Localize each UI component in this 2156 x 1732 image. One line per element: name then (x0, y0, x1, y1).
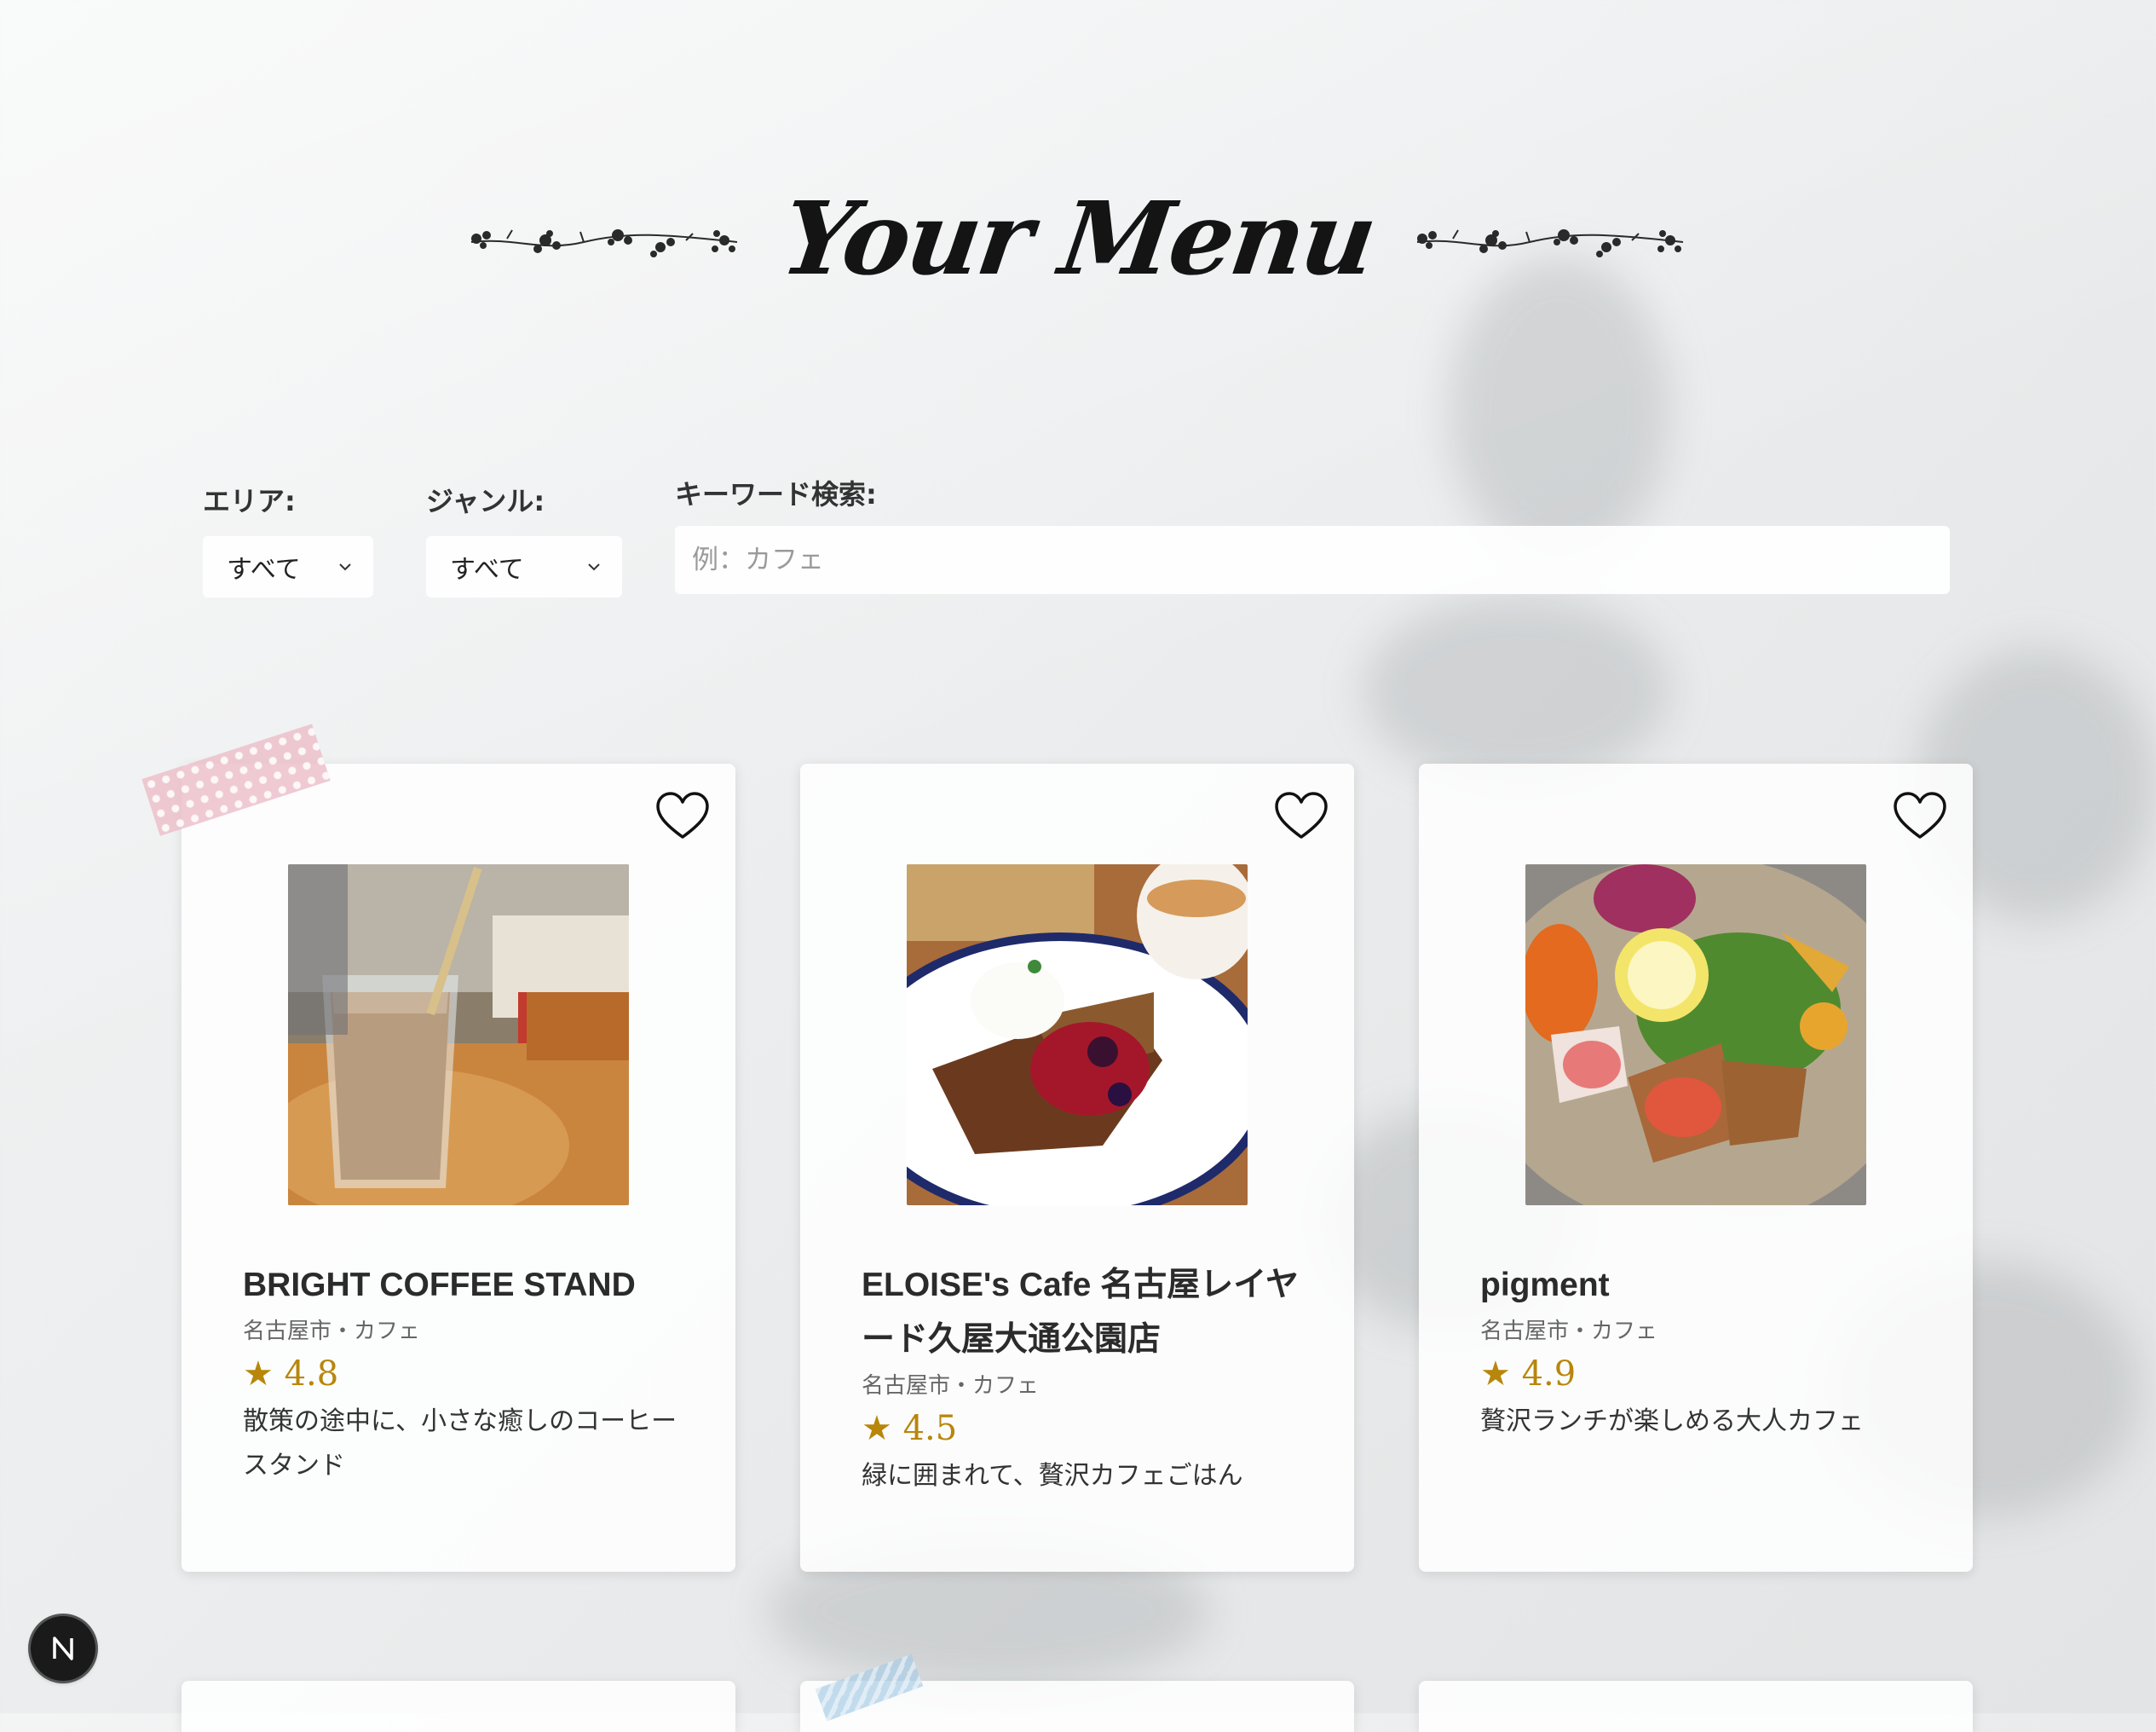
page-header: Your Menu (0, 162, 2156, 315)
page-title: Your Menu (775, 179, 1381, 297)
shop-card-partial[interactable] (1419, 1681, 1973, 1732)
floral-ornament-right-icon (1416, 229, 1684, 257)
shop-card-partial[interactable] (182, 1681, 735, 1732)
area-select-value: すべて (227, 555, 301, 585)
shop-card[interactable]: BRIGHT COFFEE STAND 名古屋市・カフェ ★ 4.8 散策の途中… (182, 764, 735, 1572)
shop-card-body: BRIGHT COFFEE STAND 名古屋市・カフェ ★ 4.8 散策の途中… (243, 1258, 684, 1488)
shop-meta: 名古屋市・カフェ (243, 1319, 421, 1344)
genre-select[interactable]: すべて (426, 536, 622, 598)
genre-filter: ジャンル: すべて (426, 480, 622, 598)
rating: ★ 4.9 (1480, 1354, 1577, 1394)
shop-meta: 名古屋市・カフェ (1480, 1319, 1658, 1344)
iced-latte-photo (288, 864, 629, 1205)
rating: ★ 4.5 (862, 1409, 958, 1448)
heart-icon[interactable] (655, 791, 710, 842)
chevron-down-icon (588, 563, 600, 571)
shop-name[interactable]: pigment (1480, 1258, 1922, 1313)
genre-filter-label: ジャンル: (426, 485, 545, 517)
keyword-filter-label: キーワード検索: (675, 478, 877, 511)
shop-card[interactable]: ELOISE's Cafe 名古屋レイヤード久屋大通公園店 名古屋市・カフェ ★… (800, 764, 1354, 1572)
area-select[interactable]: すべて (203, 536, 373, 598)
dev-tools-button[interactable] (31, 1616, 95, 1681)
heart-icon[interactable] (1274, 791, 1329, 842)
shop-description: 贅沢ランチが楽しめる大人カフェ (1480, 1406, 1864, 1436)
shop-description: 緑に囲まれて、贅沢カフェごはん (862, 1461, 1243, 1491)
leaf-shadow (1363, 597, 1670, 784)
french-toast-photo (907, 864, 1248, 1205)
shop-description: 散策の途中に、小さな癒しのコーヒースタンド (243, 1406, 677, 1481)
shop-card-body: ELOISE's Cafe 名古屋レイヤード久屋大通公園店 名古屋市・カフェ ★… (862, 1258, 1303, 1498)
rating: ★ 4.8 (243, 1354, 339, 1394)
keyword-filter: キーワード検索: (675, 473, 1950, 594)
shop-name[interactable]: BRIGHT COFFEE STAND (243, 1258, 684, 1313)
chevron-down-icon (339, 563, 351, 571)
floral-ornament-left-icon (470, 229, 738, 257)
area-filter: エリア: すべて (203, 480, 373, 598)
keyword-search-input[interactable] (675, 526, 1950, 594)
shop-card[interactable]: pigment 名古屋市・カフェ ★ 4.9 贅沢ランチが楽しめる大人カフェ (1419, 764, 1973, 1572)
n-logo-icon (53, 1637, 73, 1660)
area-filter-label: エリア: (203, 485, 296, 517)
heart-icon[interactable] (1893, 791, 1947, 842)
shop-card-body: pigment 名古屋市・カフェ ★ 4.9 贅沢ランチが楽しめる大人カフェ (1480, 1258, 1922, 1444)
shop-name[interactable]: ELOISE's Cafe 名古屋レイヤード久屋大通公園店 (862, 1258, 1303, 1367)
shop-meta: 名古屋市・カフェ (862, 1373, 1040, 1399)
lunch-plate-photo (1525, 864, 1866, 1205)
genre-select-value: すべて (450, 555, 524, 585)
filter-bar: エリア: すべて ジャンル: すべて キーワード検索: (203, 473, 1950, 598)
